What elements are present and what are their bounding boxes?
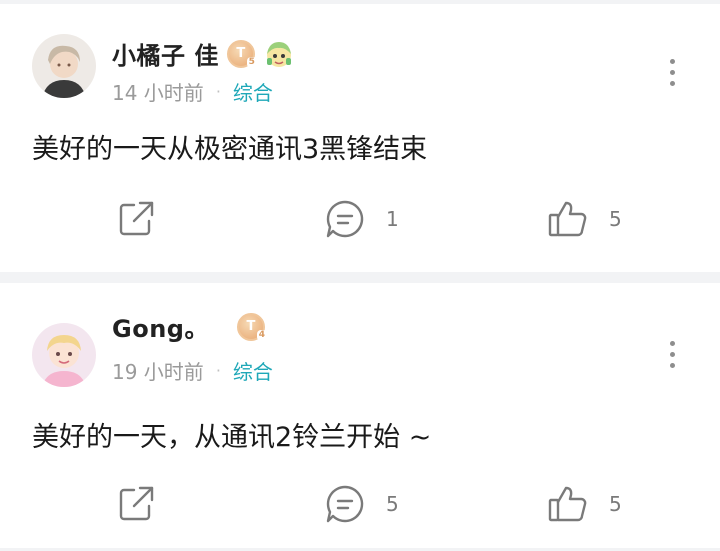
post-time: 19 小时前 bbox=[112, 360, 204, 384]
post-card[interactable]: Gong。 T 4 19 小时前 · 综合 美好的一天，从通讯2铃兰开始 ~ 5… bbox=[0, 283, 720, 548]
share-icon bbox=[116, 199, 156, 239]
post-content[interactable]: 美好的一天，从通讯2铃兰开始 ~ bbox=[32, 415, 431, 454]
author-name[interactable]: Gong。 bbox=[112, 309, 209, 344]
more-options-icon[interactable] bbox=[670, 341, 676, 368]
avatar[interactable] bbox=[32, 34, 96, 98]
share-icon bbox=[116, 484, 156, 524]
post-content[interactable]: 美好的一天从极密通讯3黑锋结束 bbox=[32, 127, 427, 166]
level-badge-icon: T 5 bbox=[226, 39, 257, 68]
share-button[interactable] bbox=[116, 197, 156, 241]
badge-letter: T bbox=[236, 46, 246, 61]
like-button[interactable]: 5 bbox=[547, 197, 622, 241]
meta-separator: · bbox=[215, 82, 221, 101]
author-row: 小橘子 佳 T 5 bbox=[112, 36, 295, 71]
post-card[interactable]: 小橘子 佳 T 5 14 小时前 · 综合 美好的一天从极密通讯3黑锋结束 1 … bbox=[0, 4, 720, 272]
avatar[interactable] bbox=[32, 323, 96, 387]
post-meta: 14 小时前 · 综合 bbox=[112, 77, 273, 106]
like-button[interactable]: 5 bbox=[547, 482, 622, 526]
thumbs-up-icon bbox=[547, 198, 589, 240]
comment-count: 5 bbox=[386, 492, 399, 516]
post-time: 14 小时前 bbox=[112, 81, 204, 105]
thumbs-up-icon bbox=[547, 483, 589, 525]
comment-button[interactable]: 1 bbox=[324, 197, 399, 241]
feed: 小橘子 佳 T 5 14 小时前 · 综合 美好的一天从极密通讯3黑锋结束 1 … bbox=[0, 0, 720, 548]
meta-separator: · bbox=[215, 361, 221, 380]
badge-letter: T bbox=[246, 319, 256, 334]
more-options-icon[interactable] bbox=[670, 59, 676, 86]
character-sticker-icon bbox=[263, 38, 295, 70]
like-count: 5 bbox=[609, 207, 622, 231]
comment-count: 1 bbox=[386, 207, 399, 231]
badge-level: 4 bbox=[256, 329, 267, 341]
share-button[interactable] bbox=[116, 482, 156, 526]
author-row: Gong。 T 4 bbox=[112, 309, 267, 344]
post-category[interactable]: 综合 bbox=[233, 77, 273, 106]
badge-level: 5 bbox=[246, 56, 257, 68]
comment-button[interactable]: 5 bbox=[324, 482, 399, 526]
post-actions: 5 5 bbox=[0, 482, 720, 526]
level-badge-icon: T 4 bbox=[236, 312, 267, 341]
post-category[interactable]: 综合 bbox=[233, 356, 273, 385]
author-name[interactable]: 小橘子 佳 bbox=[112, 36, 219, 71]
comment-icon bbox=[324, 198, 366, 240]
comment-icon bbox=[324, 483, 366, 525]
post-meta: 19 小时前 · 综合 bbox=[112, 356, 273, 385]
post-actions: 1 5 bbox=[0, 197, 720, 241]
like-count: 5 bbox=[609, 492, 622, 516]
